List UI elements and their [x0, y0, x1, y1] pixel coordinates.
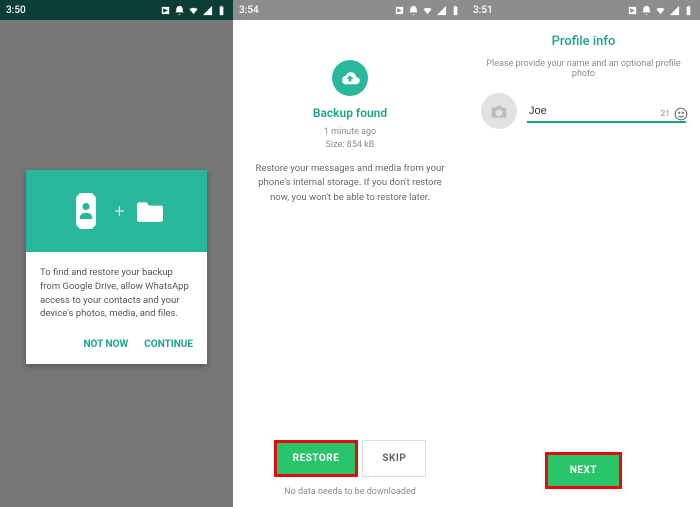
download-note: No data needs to be downloaded	[233, 487, 467, 497]
avatar-button[interactable]	[481, 93, 517, 129]
plus-icon: +	[114, 201, 124, 222]
screen-profile-info: 3:51 Profile info Please provide your na…	[467, 0, 700, 507]
signal-icon	[202, 5, 213, 16]
profile-body: Profile info Please provide your name an…	[467, 20, 700, 129]
status-time: 3:51	[473, 5, 493, 16]
wifi-icon	[188, 5, 199, 16]
dnd-icon	[408, 5, 419, 16]
continue-button[interactable]: CONTINUE	[144, 339, 193, 350]
permission-card: + To find and restore your backup from G…	[26, 170, 207, 364]
restore-button[interactable]: RESTORE	[274, 440, 359, 477]
dnd-icon	[174, 5, 185, 16]
profile-title: Profile info	[481, 34, 686, 49]
contacts-icon	[70, 193, 102, 229]
cloud-upload-icon	[332, 60, 368, 96]
backup-title: Backup found	[245, 106, 455, 120]
status-icons	[394, 5, 461, 16]
char-count: 21	[660, 109, 670, 119]
status-bar: 3:51	[467, 0, 700, 20]
signal-icon	[436, 5, 447, 16]
status-bar: 3:54	[233, 0, 467, 20]
backup-desc: Restore your messages and media from you…	[245, 162, 455, 205]
wifi-icon	[655, 5, 666, 16]
status-bar: 3:50	[0, 0, 233, 20]
battery-icon	[683, 5, 694, 16]
battery-icon	[450, 5, 461, 16]
card-actions: NOT NOW CONTINUE	[26, 329, 207, 364]
nfc-icon	[394, 5, 405, 16]
screen-backup-found: 3:54 Backup found 1 minute ago Size: 854…	[233, 0, 467, 507]
wifi-icon	[422, 5, 433, 16]
skip-button[interactable]: SKIP	[362, 440, 426, 477]
nfc-icon	[627, 5, 638, 16]
button-row: RESTORE SKIP	[233, 440, 467, 477]
backup-body: Backup found 1 minute ago Size: 854 kB R…	[233, 20, 467, 205]
emoji-icon[interactable]	[674, 107, 688, 121]
signal-icon	[669, 5, 680, 16]
backup-size: Size: 854 kB	[245, 139, 455, 152]
next-button[interactable]: NEXT	[545, 452, 622, 489]
camera-icon	[491, 104, 507, 118]
nfc-icon	[160, 5, 171, 16]
folder-icon	[137, 200, 163, 222]
permission-text: To find and restore your backup from Goo…	[26, 252, 207, 329]
screen-permission: 3:50 + To find and restore your backup f…	[0, 0, 233, 507]
profile-footer: NEXT	[467, 452, 700, 489]
dnd-icon	[641, 5, 652, 16]
status-icons	[160, 5, 227, 16]
backup-footer: RESTORE SKIP No data needs to be downloa…	[233, 440, 467, 497]
name-field-wrap: 21	[527, 99, 686, 123]
card-illustration: +	[26, 170, 207, 252]
battery-icon	[216, 5, 227, 16]
not-now-button[interactable]: NOT NOW	[84, 339, 129, 350]
status-icons	[627, 5, 694, 16]
status-time: 3:50	[6, 5, 26, 16]
profile-desc: Please provide your name and an optional…	[481, 59, 686, 79]
profile-row: 21	[481, 93, 686, 129]
backup-age: 1 minute ago	[245, 126, 455, 139]
status-time: 3:54	[239, 5, 259, 16]
backup-meta: 1 minute ago Size: 854 kB	[245, 126, 455, 152]
